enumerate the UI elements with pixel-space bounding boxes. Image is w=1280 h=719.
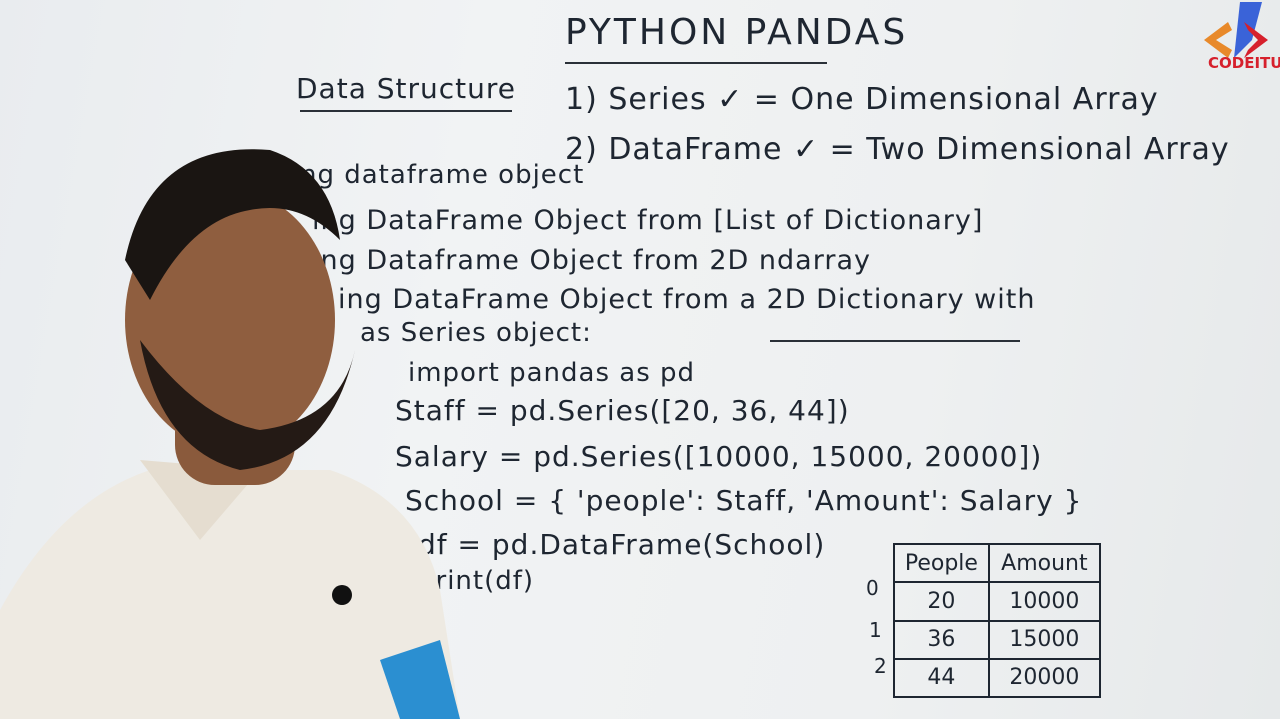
table-row: 44 20000 <box>893 657 1102 699</box>
table-cell: 20000 <box>987 657 1102 699</box>
table-cell: 15000 <box>987 619 1102 660</box>
code-school: School = { 'people': Staff, 'Amount': Sa… <box>405 484 1083 517</box>
code-salary: Salary = pd.Series([10000, 15000, 20000]… <box>395 440 1043 473</box>
dataframe-line: 2) DataFrame ✓ = Two Dimensional Array <box>565 132 1230 167</box>
dictionary-underline <box>770 340 1020 342</box>
logo-text: CODEITUP <box>1208 54 1280 72</box>
table-cell: 44 <box>893 657 990 699</box>
table-header-row: People Amount <box>893 542 1102 584</box>
series-line: 1) Series ✓ = One Dimensional Array <box>565 82 1159 117</box>
heading-underline <box>300 110 512 112</box>
table-index: 2 <box>874 654 887 678</box>
table-index: 1 <box>869 618 882 642</box>
output-table: People Amount 20 10000 36 15000 44 20000 <box>893 542 1102 699</box>
board-title: PYTHON PANDAS <box>565 12 909 53</box>
table-cell: 20 <box>893 581 990 622</box>
table-row: 20 10000 <box>893 581 1102 622</box>
data-structure-heading: Data Structure <box>296 72 517 105</box>
title-underline <box>565 62 827 64</box>
table-cell: 36 <box>893 619 990 660</box>
table-index: 0 <box>866 576 879 600</box>
code-staff: Staff = pd.Series([20, 36, 44]) <box>395 394 850 427</box>
presenter-figure <box>0 149 460 719</box>
table-header-cell: Amount <box>987 542 1102 584</box>
table-row: 36 15000 <box>893 619 1102 660</box>
table-cell: 10000 <box>987 581 1102 622</box>
code-dataframe: df = pd.DataFrame(School) <box>418 528 826 561</box>
table-header-cell: People <box>893 542 990 584</box>
